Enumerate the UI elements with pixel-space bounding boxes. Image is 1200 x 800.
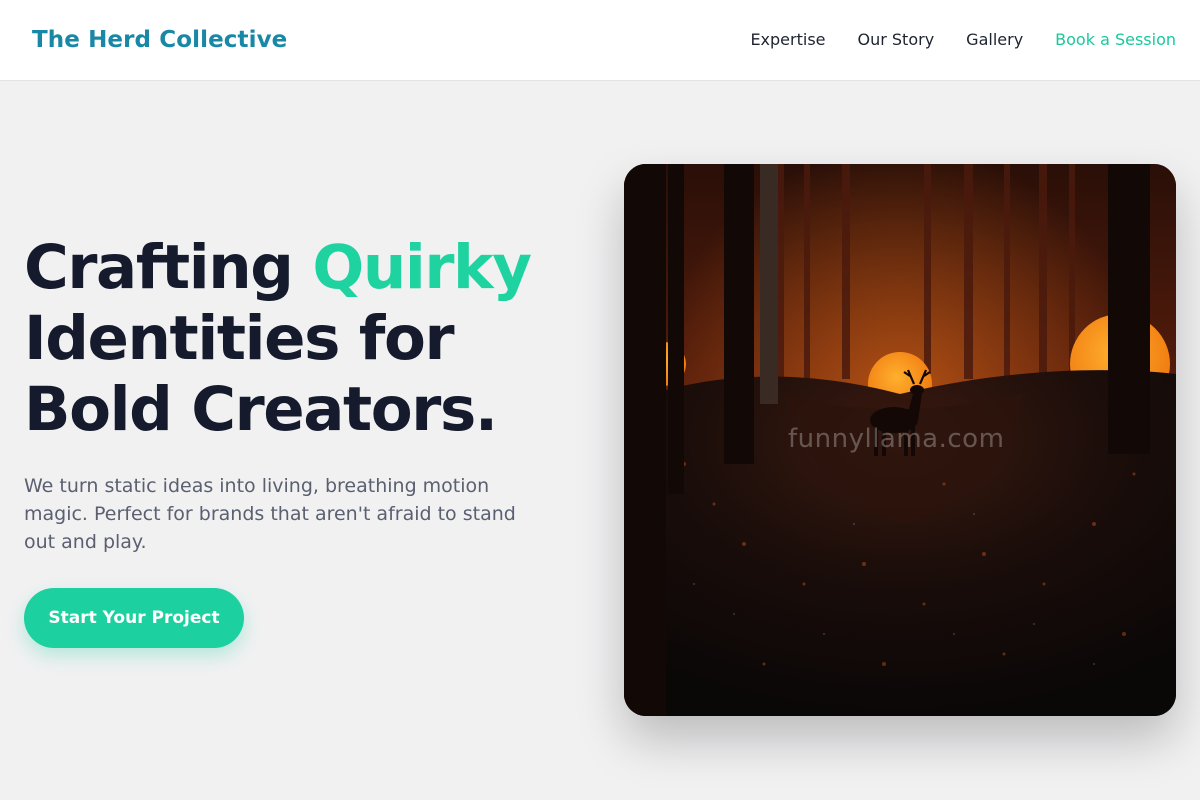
site-header: The Herd Collective Expertise Our Story … — [0, 0, 1200, 81]
hero-title-rest: Identities for Bold Creators. — [24, 303, 498, 445]
hero-subtitle: We turn static ideas into living, breath… — [24, 475, 516, 553]
nav-link-expertise[interactable]: Expertise — [750, 28, 825, 52]
nav-link-book-session[interactable]: Book a Session — [1055, 28, 1176, 52]
forest-deer-illustration — [624, 164, 1176, 716]
nav-link-our-story[interactable]: Our Story — [858, 28, 935, 52]
hero-image: funnyllama.com — [624, 164, 1176, 716]
main-nav: Expertise Our Story Gallery Book a Sessi… — [750, 28, 1176, 52]
nav-link-gallery[interactable]: Gallery — [966, 28, 1023, 52]
hero-title: Crafting Quirky Identities for Bold Crea… — [24, 232, 604, 445]
start-project-button[interactable]: Start Your Project — [24, 588, 244, 648]
hero-title-lead: Crafting — [24, 232, 313, 303]
brand-logo[interactable]: The Herd Collective — [32, 24, 287, 56]
hero-title-accent: Quirky — [312, 232, 532, 303]
